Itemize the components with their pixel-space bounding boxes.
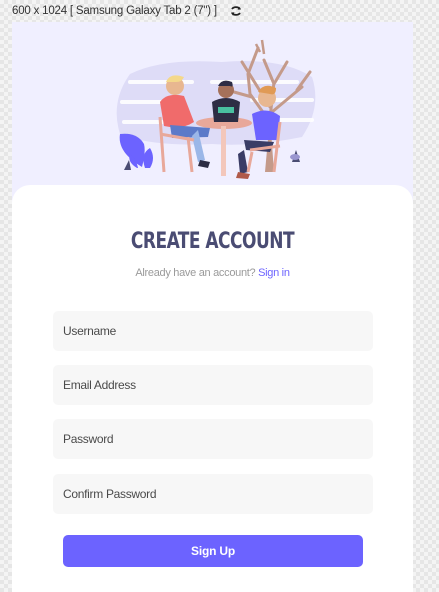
- device-size-label[interactable]: 600 x 1024 [ Samsung Galaxy Tab 2 (7") ]: [12, 5, 217, 17]
- email-field[interactable]: [63, 378, 373, 392]
- device-toolbar: 600 x 1024 [ Samsung Galaxy Tab 2 (7") ]: [0, 0, 439, 22]
- signin-link[interactable]: Sign in: [258, 267, 290, 279]
- signup-button[interactable]: Sign Up: [63, 535, 363, 567]
- signup-card: CREATE ACCOUNT Already have an account? …: [12, 185, 413, 592]
- username-field[interactable]: [63, 324, 373, 338]
- signin-prompt-text: Already have an account?: [135, 267, 256, 279]
- password-field-wrapper: [53, 419, 373, 459]
- signin-prompt: Already have an account? Sign in: [12, 267, 413, 279]
- confirm-password-field[interactable]: [63, 487, 373, 501]
- email-field-wrapper: [53, 365, 373, 405]
- confirm-password-field-wrapper: [53, 474, 373, 514]
- rotate-icon[interactable]: [229, 4, 243, 18]
- password-field[interactable]: [63, 432, 373, 446]
- friends-illustration: [116, 39, 316, 179]
- device-viewport: CREATE ACCOUNT Already have an account? …: [12, 22, 413, 592]
- page-title: CREATE ACCOUNT: [130, 229, 295, 254]
- username-field-wrapper: [53, 311, 373, 351]
